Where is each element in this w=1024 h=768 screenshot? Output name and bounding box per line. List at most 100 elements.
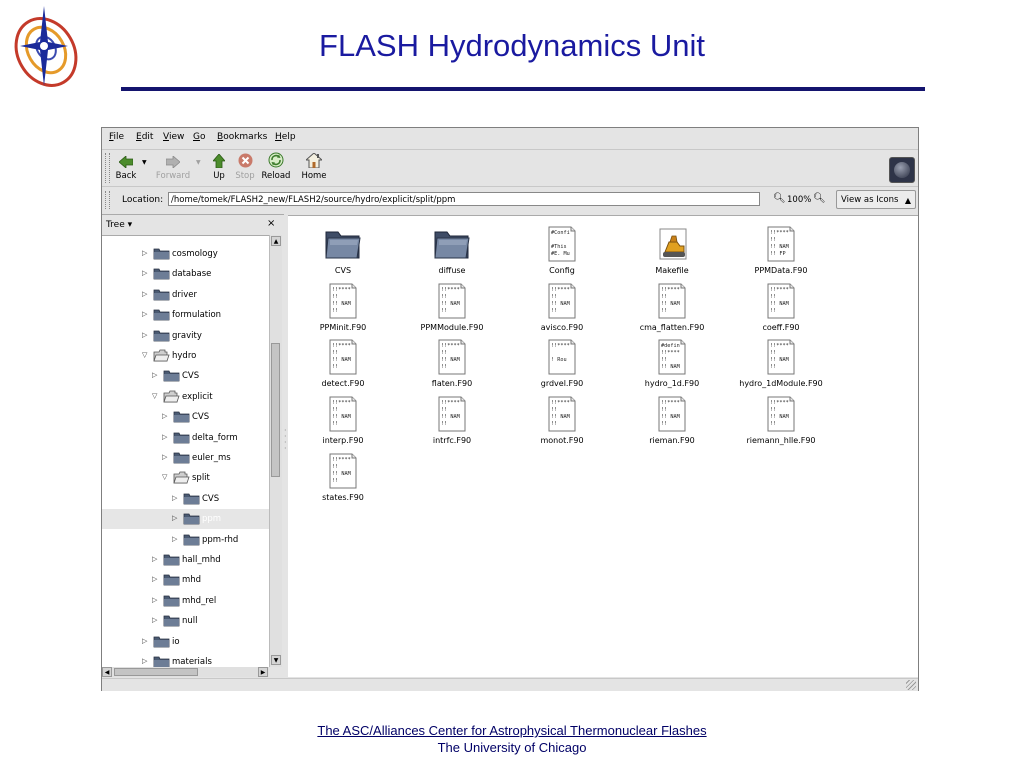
file-item-states-f90[interactable]: !!****!!!! NAM!! states.F90 xyxy=(288,453,398,502)
expand-triangle-icon[interactable]: ▷ xyxy=(152,616,157,624)
menu-view[interactable]: View xyxy=(163,132,184,142)
expand-triangle-icon[interactable]: ▷ xyxy=(142,269,147,277)
tree-item-explicit[interactable]: ▽ explicit xyxy=(102,387,269,407)
file-item-hydro-1d-f90[interactable]: #defin !!****!!!! NAM hydro_1d.F90 xyxy=(617,339,727,388)
center-link[interactable]: The ASC/Alliances Center for Astrophysic… xyxy=(317,723,706,738)
file-item-avisco-f90[interactable]: !!****!!!! NAM!! avisco.F90 xyxy=(507,283,617,332)
file-item-makefile[interactable]: Makefile xyxy=(617,226,727,275)
tree-item-io[interactable]: ▷ io xyxy=(102,632,269,652)
scroll-left-arrow-icon[interactable]: ◀ xyxy=(102,667,112,677)
collapse-triangle-icon[interactable]: ▽ xyxy=(162,473,167,481)
tree-item-mhd-rel[interactable]: ▷ mhd_rel xyxy=(102,591,269,611)
menu-bookmarks[interactable]: Bookmarks xyxy=(217,132,267,142)
tree-item-cvs[interactable]: ▷ CVS xyxy=(102,407,269,427)
expand-triangle-icon[interactable]: ▷ xyxy=(142,331,147,339)
menu-file[interactable]: File xyxy=(109,132,124,142)
tree-item-materials[interactable]: ▷ materials xyxy=(102,652,269,668)
menu-help[interactable]: Help xyxy=(275,132,296,142)
expand-triangle-icon[interactable]: ▷ xyxy=(172,514,177,522)
location-input[interactable]: /home/tomek/FLASH2_new/FLASH2/source/hyd… xyxy=(168,192,760,206)
expand-triangle-icon[interactable]: ▷ xyxy=(142,310,147,318)
tree-vertical-scrollbar[interactable]: ▲ ▼ xyxy=(269,235,282,667)
expand-triangle-icon[interactable]: ▷ xyxy=(152,596,157,604)
tree-item-hydro[interactable]: ▽ hydro xyxy=(102,346,269,366)
file-item-monot-f90[interactable]: !!****!!!! NAM!! monot.F90 xyxy=(507,396,617,445)
expand-triangle-icon[interactable]: ▷ xyxy=(142,637,147,645)
scroll-down-arrow-icon[interactable]: ▼ xyxy=(271,655,281,665)
collapse-triangle-icon[interactable]: ▽ xyxy=(152,392,157,400)
file-item-flaten-f90[interactable]: !!****!!!! NAM!! flaten.F90 xyxy=(397,339,507,388)
zoom-level[interactable]: 100% xyxy=(787,195,811,205)
expand-triangle-icon[interactable]: ▷ xyxy=(162,433,167,441)
file-item-rieman-f90[interactable]: !!****!!!! NAM!! rieman.F90 xyxy=(617,396,727,445)
reload-button[interactable]: Reload xyxy=(260,150,292,181)
window-resize-grip-icon[interactable] xyxy=(906,680,916,690)
tree-item-delta-form[interactable]: ▷ delta_form xyxy=(102,428,269,448)
tree-item-hall-mhd[interactable]: ▷ hall_mhd xyxy=(102,550,269,570)
zoom-in-icon[interactable]: 🔍︎ xyxy=(813,193,826,204)
file-item-cvs[interactable]: CVS xyxy=(288,226,398,275)
tree-item-ppm-rhd[interactable]: ▷ ppm-rhd xyxy=(102,530,269,550)
tree-item-database[interactable]: ▷ database xyxy=(102,264,269,284)
zoom-out-icon[interactable]: 🔍︎ xyxy=(773,193,786,204)
file-item-ppmdata-f90[interactable]: !!****!!!! NAM!! FP PPMData.F90 xyxy=(726,226,836,275)
file-item-config[interactable]: #Confi #This #E. Mu Config xyxy=(507,226,617,275)
expand-triangle-icon[interactable]: ▷ xyxy=(142,657,147,665)
expand-triangle-icon[interactable]: ▷ xyxy=(152,555,157,563)
file-item-hydro-1dmodule-f90[interactable]: !!****!!!! NAM!! hydro_1dModule.F90 xyxy=(726,339,836,388)
expand-triangle-icon[interactable]: ▷ xyxy=(172,494,177,502)
tree-item-mhd[interactable]: ▷ mhd xyxy=(102,570,269,590)
tree-item-split[interactable]: ▽ split xyxy=(102,468,269,488)
file-item-coeff-f90[interactable]: !!****!!!! NAM!! coeff.F90 xyxy=(726,283,836,332)
file-item-intrfc-f90[interactable]: !!****!!!! NAM!! intrfc.F90 xyxy=(397,396,507,445)
scroll-right-arrow-icon[interactable]: ▶ xyxy=(258,667,268,677)
file-item-ppmmodule-f90[interactable]: !!****!!!! NAM!! PPMModule.F90 xyxy=(397,283,507,332)
home-button[interactable]: Home xyxy=(299,150,329,181)
tree-item-gravity[interactable]: ▷ gravity xyxy=(102,326,269,346)
menu-go[interactable]: Go xyxy=(193,132,206,142)
tree-item-cvs[interactable]: ▷ CVS xyxy=(102,366,269,386)
tree-item-cvs[interactable]: ▷ CVS xyxy=(102,489,269,509)
expand-triangle-icon[interactable]: ▷ xyxy=(172,535,177,543)
expand-triangle-icon[interactable]: ▷ xyxy=(152,371,157,379)
close-sidebar-button[interactable]: × xyxy=(267,218,275,229)
file-item-ppminit-f90[interactable]: !!****!!!! NAM!! PPMinit.F90 xyxy=(288,283,398,332)
back-button[interactable]: Back xyxy=(113,150,139,181)
tree-item-null[interactable]: ▷ null xyxy=(102,611,269,631)
tree-item-cosmology[interactable]: ▷ cosmology xyxy=(102,244,269,264)
view-mode-select[interactable]: View as Icons ▲ xyxy=(836,190,916,209)
location-bar-grip[interactable] xyxy=(105,191,110,209)
open-folder-icon xyxy=(153,349,170,362)
expand-triangle-icon[interactable]: ▷ xyxy=(162,453,167,461)
file-item-cma-flatten-f90[interactable]: !!****!!!! NAM!! cma_flatten.F90 xyxy=(617,283,727,332)
expand-triangle-icon[interactable]: ▷ xyxy=(162,412,167,420)
toolbar-grip[interactable] xyxy=(105,153,110,183)
file-item-diffuse[interactable]: diffuse xyxy=(397,226,507,275)
tree-item-ppm[interactable]: ▷ ppm xyxy=(102,509,269,530)
file-item-detect-f90[interactable]: !!****!!!! NAM!! detect.F90 xyxy=(288,339,398,388)
tree-horizontal-scrollbar[interactable]: ◀ ▶ xyxy=(102,667,269,677)
up-button[interactable]: Up xyxy=(209,150,229,181)
back-history-dropdown[interactable]: ▼ xyxy=(142,159,147,166)
expand-triangle-icon[interactable]: ▷ xyxy=(152,575,157,583)
tree-item-euler-ms[interactable]: ▷ euler_ms xyxy=(102,448,269,468)
expand-triangle-icon[interactable]: ▷ xyxy=(142,249,147,257)
stop-button[interactable]: Stop xyxy=(233,150,257,181)
tree-item-formulation[interactable]: ▷ formulation xyxy=(102,305,269,325)
file-item-interp-f90[interactable]: !!****!!!! NAM!! interp.F90 xyxy=(288,396,398,445)
tree-horizontal-scroll-thumb[interactable] xyxy=(114,668,198,676)
expand-triangle-icon[interactable]: ▷ xyxy=(142,290,147,298)
up-label: Up xyxy=(213,171,225,181)
tree-item-driver[interactable]: ▷ driver xyxy=(102,285,269,305)
sidebar-mode-select[interactable]: Tree ▾ xyxy=(106,220,132,230)
text-file-icon: !!****!!!! NAM!! FP xyxy=(767,226,795,262)
file-item-grdvel-f90[interactable]: !!**** ! Rou grdvel.F90 xyxy=(507,339,617,388)
forward-button[interactable]: Forward xyxy=(154,150,192,181)
collapse-triangle-icon[interactable]: ▽ xyxy=(142,351,147,359)
forward-history-dropdown[interactable]: ▼ xyxy=(196,159,201,166)
menu-edit[interactable]: Edit xyxy=(136,132,153,142)
scroll-up-arrow-icon[interactable]: ▲ xyxy=(271,236,281,246)
pane-resize-handle[interactable]: · · · · xyxy=(284,427,287,453)
tree-vertical-scroll-thumb[interactable] xyxy=(271,343,280,477)
file-item-riemann-hlle-f90[interactable]: !!****!!!! NAM!! riemann_hlle.F90 xyxy=(726,396,836,445)
